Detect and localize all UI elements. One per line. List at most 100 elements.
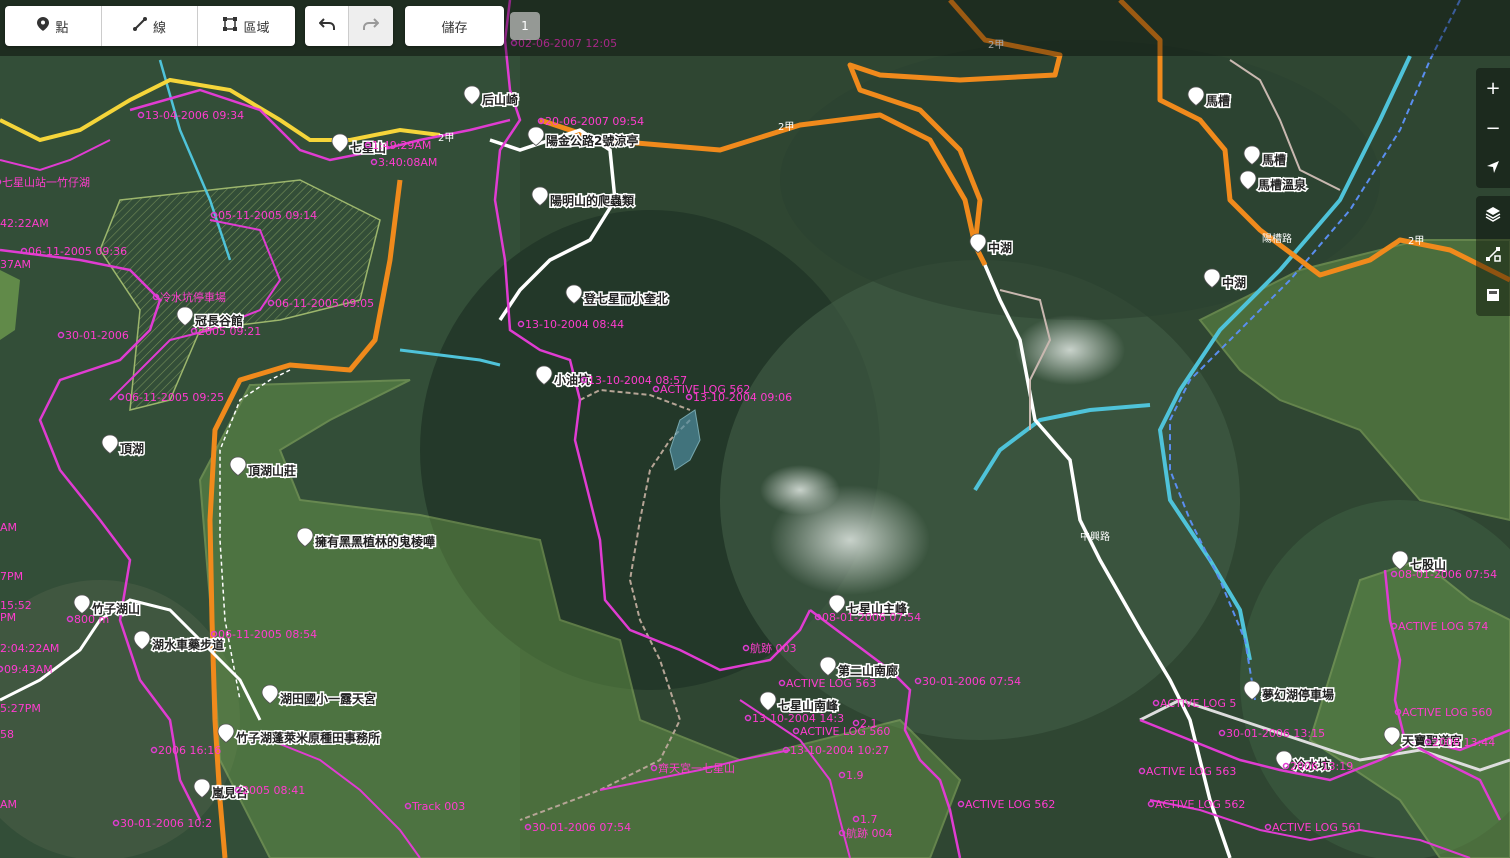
track-label: 06-11-2005 08:54 [218, 628, 317, 641]
place-label: 七星山南峰 [778, 698, 839, 713]
track-label: 5:27PM [0, 702, 41, 715]
track-label: 2006 13:44 [1432, 736, 1495, 749]
track-label: Track 003 [411, 800, 465, 813]
cloud [1015, 315, 1125, 385]
track-label: 1:49:29AM [372, 139, 431, 152]
track-label: 13-10-2004 14:3 [752, 712, 844, 725]
place-label: 湖水車藥步道 [152, 637, 224, 652]
place-label: 湖田國小一露天宮 [280, 691, 376, 706]
add-area-button[interactable]: 區域 [198, 6, 295, 46]
background-layers-button[interactable] [1476, 196, 1510, 236]
area-icon [223, 17, 238, 35]
track-label: 2006 13:19 [1290, 760, 1353, 773]
track-label: 30-01-2006 [65, 329, 129, 342]
track-label: 37AM [0, 258, 31, 271]
track-label: 800 m [74, 613, 109, 626]
track-label: 7PM [0, 570, 23, 583]
track-label: 13-10-2004 10:27 [790, 744, 889, 757]
track-label: ACTIVE LOG 563 [786, 677, 876, 690]
track-label: 20-06-2007 09:54 [545, 115, 644, 128]
place-label: 陽明山的爬蟲類 [550, 193, 635, 208]
satellite-map[interactable]: 后山崎七星山 陽金公路2號涼亭陽明山的爬蟲類登七星而小奎北冠長谷館小油坑頂湖頂湖山… [0, 0, 1510, 858]
track-label: 2006 16:16 [158, 744, 221, 757]
place-label: 竹子湖蓬萊米原種田事務所 [235, 730, 380, 745]
map-data-button[interactable] [1476, 236, 1510, 276]
track-label: 2:04:22AM [0, 642, 59, 655]
save-group: 儲存 [405, 6, 504, 46]
place-label: 陽金公路2號涼亭 [546, 133, 638, 148]
track-label: 2005 09:21 [198, 325, 261, 338]
undo-icon [318, 17, 335, 35]
track-label: ACTIVE LOG 562 [1155, 798, 1245, 811]
track-label: 2.1 [860, 717, 878, 730]
place-label: 馬槽 [1206, 93, 1230, 108]
road-label: 中興路 [1080, 530, 1110, 543]
track-label: 2005 08:41 [242, 784, 305, 797]
track-label: 06-11-2005 09:25 [125, 391, 224, 404]
add-point-label: 點 [55, 20, 69, 36]
place-label: 頂湖 [120, 441, 144, 456]
track-label: ACTIVE LOG 574 [1398, 620, 1488, 633]
road-label: 2甲 [438, 133, 454, 144]
track-label: 13-10-2004 08:44 [525, 318, 624, 331]
history-group [305, 6, 393, 46]
track-label: 06-11-2005 09:05 [275, 297, 374, 310]
place-label: 中湖 [988, 240, 1012, 255]
place-label: 中湖 [1222, 275, 1246, 290]
track-label: 58 [0, 728, 14, 741]
track-label: ACTIVE LOG 562 [965, 798, 1055, 811]
edit-count-badge: 1 [510, 12, 540, 40]
track-label: 09:43AM [4, 663, 53, 676]
zoom-out-button[interactable]: − [1476, 108, 1510, 148]
road-label: 2甲 [778, 122, 794, 133]
zoom-in-button[interactable]: + [1476, 68, 1510, 108]
track-label: ACTIVE LOG 5 [1160, 697, 1236, 710]
track-label: 30-01-2006 10:2 [120, 817, 212, 830]
save-button[interactable]: 儲存 [405, 6, 504, 46]
add-point-button[interactable]: 點 [5, 6, 102, 46]
track-label: ACTIVE LOG 561 [1272, 821, 1362, 834]
save-label: 儲存 [441, 20, 468, 36]
add-line-label: 線 [152, 20, 166, 36]
place-label: 馬槽 [1262, 152, 1286, 167]
track-label: 1.9 [846, 769, 864, 782]
track-label: 1.7 [860, 813, 878, 826]
track-label: 06-11-2005 09:36 [28, 245, 127, 258]
place-label: 夢幻湖停車場 [1262, 687, 1334, 702]
location-arrow-icon [1486, 158, 1500, 179]
track-label: AM [0, 798, 17, 811]
zoom-controls: + − [1476, 68, 1510, 188]
cloud [760, 465, 840, 515]
plus-icon: + [1485, 77, 1501, 99]
track-label: 3:40:08AM [378, 156, 437, 169]
undo-button[interactable] [305, 6, 349, 46]
track-label: 航跡 004 [846, 826, 893, 840]
track-point-icon [0, 179, 2, 185]
track-label: 30-01-2006 07:54 [922, 675, 1021, 688]
data-nodes-icon [1485, 246, 1501, 267]
redo-button[interactable] [349, 6, 393, 46]
locate-button[interactable] [1476, 148, 1510, 188]
place-label: 后山崎 [482, 92, 518, 107]
minus-icon: − [1485, 117, 1501, 139]
issues-button[interactable] [1476, 276, 1510, 316]
track-label: 08-01-2006 07:54 [1398, 568, 1497, 581]
map-legend-icon [1486, 286, 1500, 307]
track-label: 08-01-2006 07:54 [822, 611, 921, 624]
track-label: 30-01-2006 13:15 [1226, 727, 1325, 740]
track-label: PM [0, 611, 16, 624]
track-label: 13-10-2004 09:06 [693, 391, 792, 404]
place-label: 擁有黑黑植林的鬼棱嘩 [315, 534, 435, 549]
road-label: 陽槽路 [1262, 232, 1292, 245]
track-label: AM [0, 521, 17, 534]
place-label: 登七星而小奎北 [583, 291, 668, 306]
place-label: 小油坑 [554, 372, 590, 387]
redo-icon [363, 17, 380, 35]
place-label: 頂湖山莊 [248, 463, 296, 478]
road-label: 2甲 [1408, 236, 1424, 247]
point-marker-icon [37, 17, 50, 35]
track-label: 航跡 003 [750, 641, 797, 655]
track-label: 冷水坑停車場 [160, 290, 226, 304]
track-label: 42:22AM [0, 217, 49, 230]
add-line-button[interactable]: 線 [102, 6, 198, 46]
